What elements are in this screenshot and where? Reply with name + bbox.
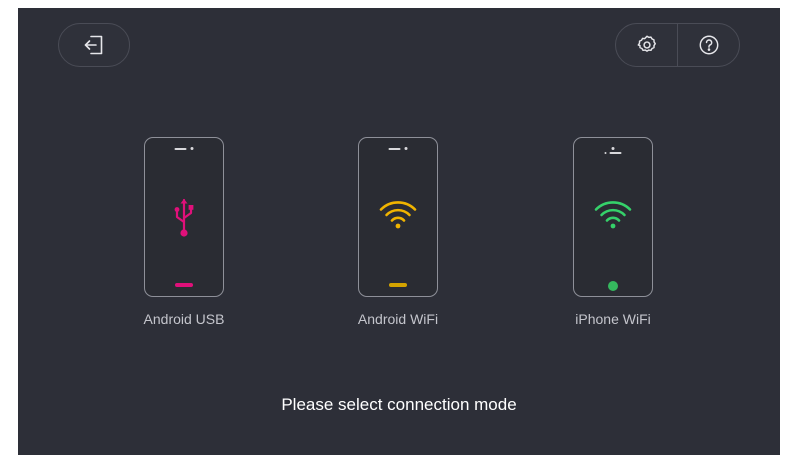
gear-icon <box>636 34 658 56</box>
wifi-icon <box>593 198 633 235</box>
usb-icon <box>170 198 198 243</box>
home-button <box>608 281 618 291</box>
home-button <box>389 283 407 287</box>
wifi-icon <box>378 198 418 235</box>
mode-android-wifi[interactable]: Android WiFi <box>333 137 463 327</box>
phone-earpiece <box>174 147 194 150</box>
mode-android-usb[interactable]: Android USB <box>119 137 249 327</box>
phone-outline <box>573 137 653 297</box>
exit-button[interactable] <box>58 23 130 67</box>
instruction-text: Please select connection mode <box>281 395 517 414</box>
settings-help-group <box>615 23 740 67</box>
phone-outline <box>144 137 224 297</box>
help-button[interactable] <box>678 24 739 66</box>
mode-label: Android USB <box>143 311 225 327</box>
question-circle-icon <box>698 34 720 56</box>
mode-iphone-wifi[interactable]: iPhone WiFi <box>548 137 678 327</box>
phone-earpiece <box>388 147 408 150</box>
connection-mode-screen: Android USB Android WiFi iPhone WiFi Ple… <box>18 8 780 455</box>
exit-door-icon <box>82 33 106 57</box>
home-button <box>175 283 193 287</box>
mode-label: iPhone WiFi <box>575 311 651 327</box>
phone-outline <box>358 137 438 297</box>
mode-label: Android WiFi <box>357 311 439 327</box>
phone-earpiece <box>604 147 622 154</box>
settings-button[interactable] <box>616 24 677 66</box>
